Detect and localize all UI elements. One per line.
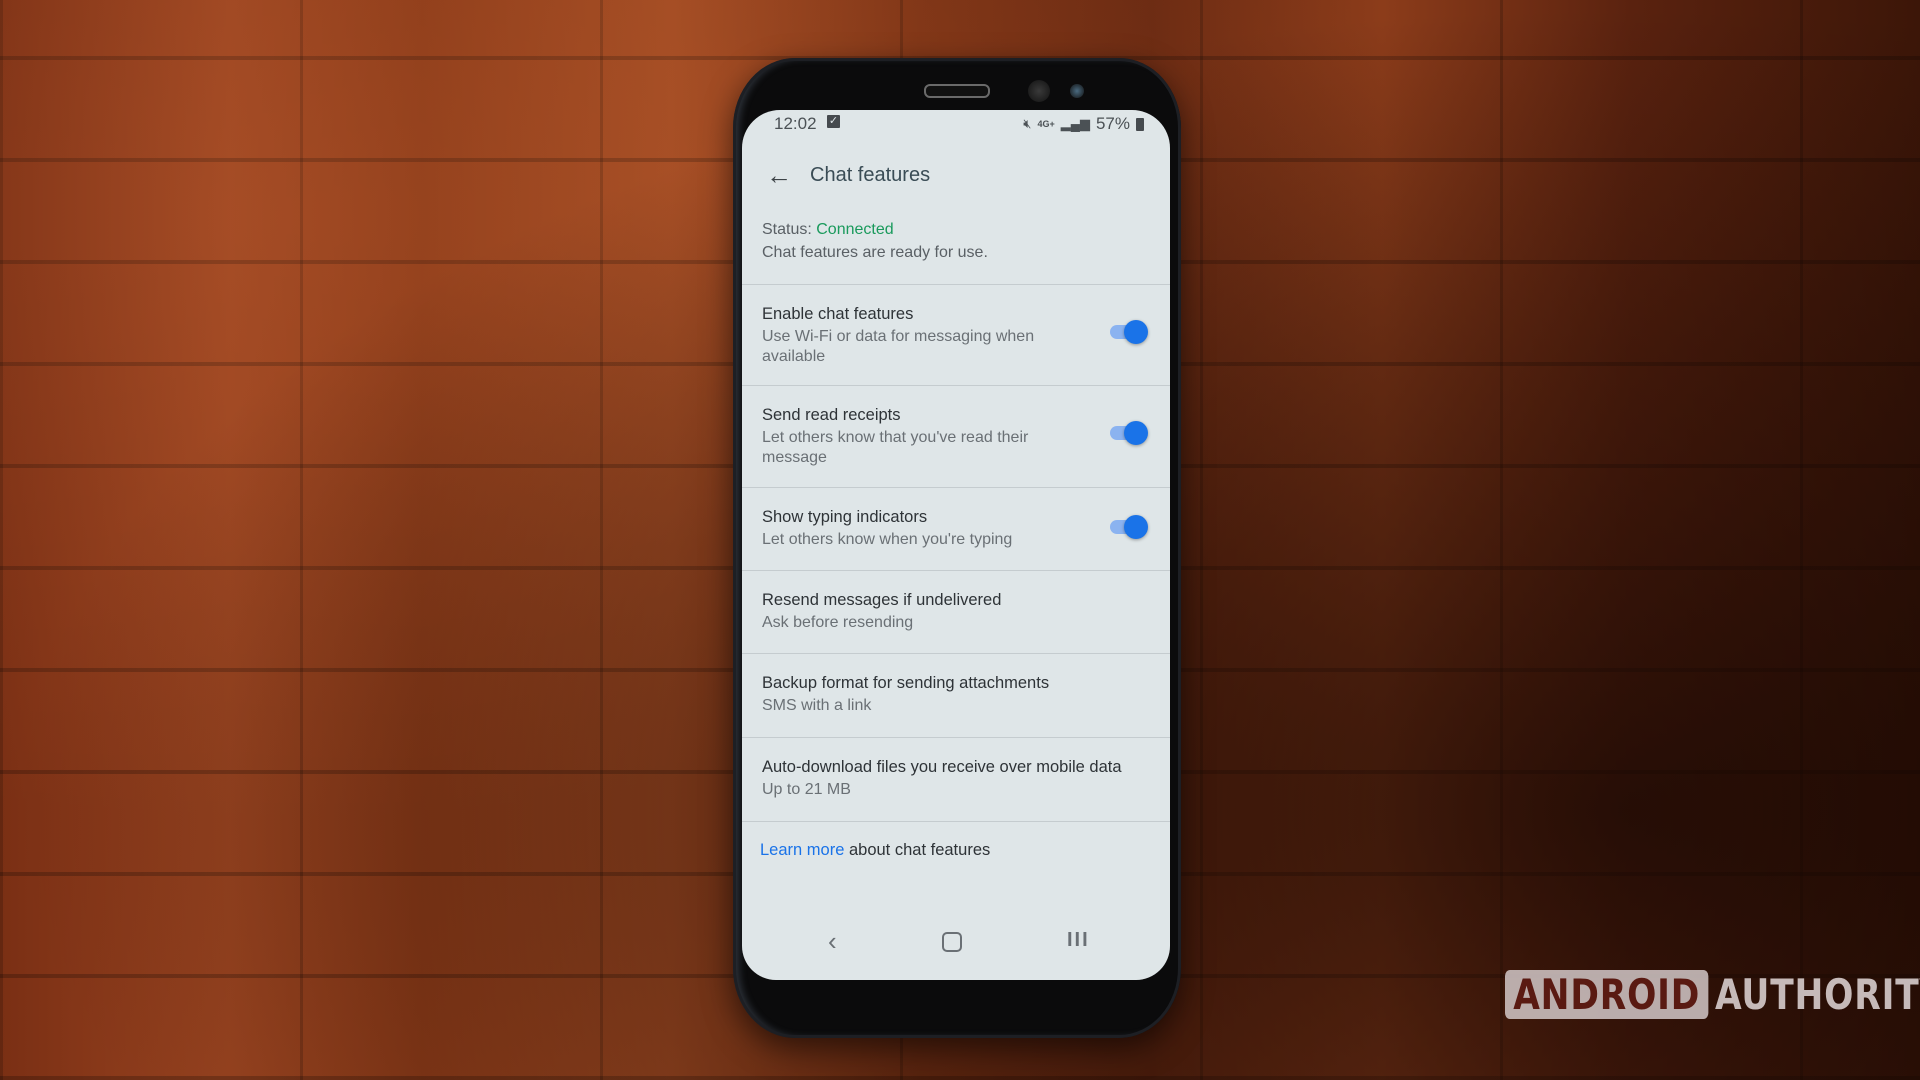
signal-icon: ▂▄▆	[1060, 116, 1090, 131]
checkbox-icon: ✓	[827, 115, 840, 128]
4g-plus-icon: 4G+	[1037, 119, 1055, 129]
navigation-bar: ‹ III	[742, 922, 1170, 962]
setting-title: Enable chat features	[762, 305, 914, 323]
back-arrow-icon[interactable]: ←	[766, 162, 792, 188]
proximity-sensor	[1070, 84, 1084, 98]
mute-icon: 🔇︎	[1023, 116, 1032, 131]
phone-screen: 12:02 ✓ 🔇︎ 4G+ ▂▄▆ 57% ← Chat features S…	[742, 110, 1170, 980]
setting-title: Backup format for sending attachments	[762, 674, 1050, 692]
learn-more-text: about chat features	[844, 841, 991, 859]
toggle-thumb	[1124, 515, 1148, 539]
setting-subtitle: SMS with a link	[762, 697, 872, 714]
android-authority-watermark: ANDROID AUTHORITY	[1505, 970, 1920, 1019]
watermark-text: AUTHORITY	[1715, 970, 1920, 1019]
setting-subtitle: Up to 21 MB	[762, 781, 851, 798]
status-icons: 🔇︎ 4G+ ▂▄▆ 57%	[1023, 114, 1144, 134]
setting-resend-messages[interactable]: Resend messages if undelivered Ask befor…	[742, 570, 1170, 654]
connection-status: Status: Connected Chat features are read…	[762, 218, 988, 264]
setting-subtitle: Let others know when you're typing	[762, 531, 1013, 548]
setting-subtitle: Ask before resending	[762, 614, 914, 631]
watermark-boxed-text: ANDROID	[1505, 970, 1709, 1019]
typing-indicators-toggle[interactable]	[1110, 515, 1148, 539]
status-bar: 12:02 ✓ 🔇︎ 4G+ ▂▄▆ 57%	[742, 110, 1170, 138]
divider	[742, 821, 1170, 822]
enable-chat-toggle[interactable]	[1110, 320, 1148, 344]
setting-show-typing-indicators[interactable]: Show typing indicators Let others know w…	[742, 487, 1170, 571]
setting-subtitle: Use Wi-Fi or data for messaging when ava…	[762, 328, 1035, 365]
setting-title: Auto-download files you receive over mob…	[762, 758, 1122, 776]
setting-send-read-receipts[interactable]: Send read receipts Let others know that …	[742, 385, 1170, 486]
setting-title: Resend messages if undelivered	[762, 591, 1002, 609]
page-title: Chat features	[810, 163, 931, 186]
status-value: Connected	[816, 221, 894, 238]
setting-title: Show typing indicators	[762, 508, 928, 526]
app-bar: ← Chat features	[742, 148, 1170, 202]
nav-back-icon[interactable]: ‹	[828, 926, 837, 957]
toggle-thumb	[1124, 421, 1148, 445]
setting-enable-chat-features[interactable]: Enable chat features Use Wi-Fi or data f…	[742, 284, 1170, 385]
status-description: Chat features are ready for use.	[762, 244, 988, 261]
nav-home-icon[interactable]	[942, 932, 962, 952]
battery-icon	[1136, 117, 1144, 131]
setting-backup-format[interactable]: Backup format for sending attachments SM…	[742, 653, 1170, 738]
nav-recents-icon[interactable]: III	[1067, 929, 1090, 952]
learn-more-footer: Learn more about chat features	[760, 841, 990, 860]
learn-more-link[interactable]: Learn more	[760, 841, 844, 859]
toggle-thumb	[1124, 320, 1148, 344]
front-camera	[1028, 80, 1050, 102]
read-receipts-toggle[interactable]	[1110, 421, 1148, 445]
status-time: 12:02	[774, 114, 817, 133]
setting-auto-download[interactable]: Auto-download files you receive over mob…	[742, 737, 1170, 822]
status-label: Status:	[762, 221, 817, 238]
setting-title: Send read receipts	[762, 406, 901, 424]
battery-percent: 57%	[1095, 114, 1130, 133]
earpiece-speaker	[924, 84, 990, 98]
setting-subtitle: Let others know that you've read their m…	[762, 429, 1029, 466]
